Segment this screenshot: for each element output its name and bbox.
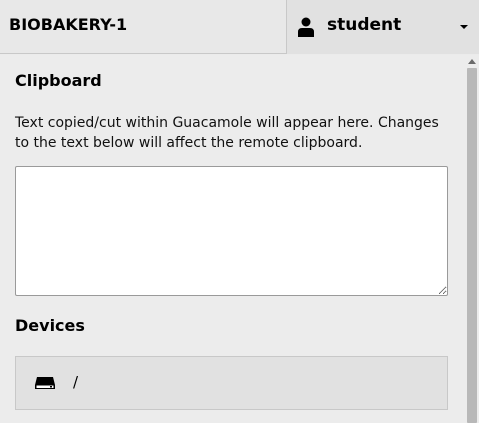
scroll-up-arrow-icon[interactable] [468, 59, 476, 64]
guac-menu-content: Clipboard Text copied/cut within Guacamo… [0, 55, 465, 423]
clipboard-textarea[interactable] [15, 166, 448, 296]
user-icon [298, 17, 314, 37]
devices-heading: Devices [15, 316, 85, 335]
clipboard-description: Text copied/cut within Guacamole will ap… [15, 115, 439, 151]
drive-icon [35, 377, 55, 389]
username-label: student [327, 15, 402, 35]
scrollbar-thumb[interactable] [467, 68, 477, 423]
connection-name: BIOBAKERY-1 [9, 15, 128, 34]
menu-header: BIOBAKERY-1 student [0, 0, 479, 54]
device-item[interactable]: / [15, 356, 448, 410]
vertical-scrollbar[interactable] [465, 55, 479, 423]
device-label: / [73, 373, 79, 391]
chevron-down-icon [460, 25, 468, 29]
clipboard-heading: Clipboard [15, 71, 102, 90]
user-menu-button[interactable]: student [286, 0, 479, 54]
